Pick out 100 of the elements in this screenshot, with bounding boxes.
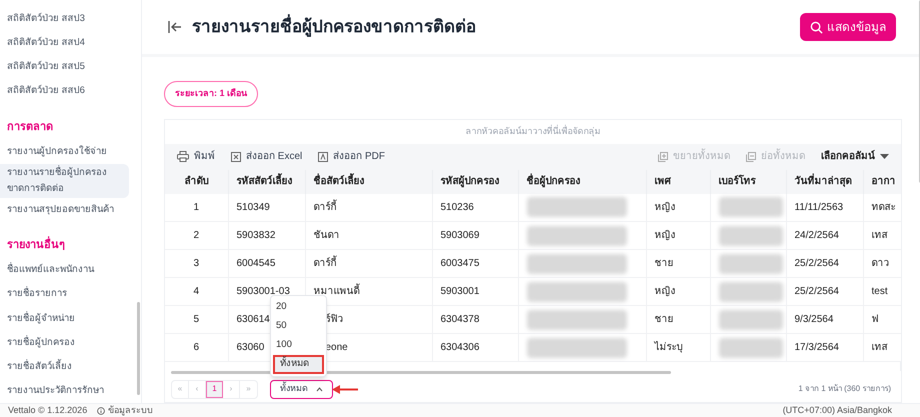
table-cell: 5903001-03 — [236, 286, 290, 297]
table-cell: 63060 — [236, 342, 264, 353]
show-data-button[interactable]: แสดงข้อมูล — [800, 13, 896, 41]
page-size-option[interactable]: 100 — [271, 336, 326, 354]
table-cell: หญิง — [654, 230, 676, 241]
excel-file-icon — [231, 152, 241, 162]
table-cell: ดาว — [872, 258, 890, 269]
column-header[interactable]: ชื่อสัตว์เลี้ยง — [305, 170, 432, 194]
table-cell: ชาย — [654, 258, 674, 269]
sidebar-item[interactable]: รายชื่อผู้จำหน่าย — [0, 306, 134, 331]
table-cell: ไม่ระบุ — [654, 342, 682, 353]
sidebar-item[interactable]: รายงานรายชื่อผู้ปกครองขาดการติดต่อ — [0, 164, 129, 198]
table-cell: 6003475 — [440, 258, 480, 269]
pdf-button[interactable]: ส่งออก PDF — [318, 149, 386, 164]
sidebar-item[interactable]: สถิติสัตว์ป่วย สสป4 — [0, 31, 134, 56]
back-icon[interactable] — [168, 20, 183, 34]
table-cell: 6304306 — [440, 342, 480, 353]
column-header[interactable]: เพศ — [646, 170, 710, 194]
sidebar-item[interactable]: รายงานผู้ปกครองใช้จ่าย — [0, 140, 134, 164]
table-cell: 17/3/2564 — [794, 342, 839, 353]
blurred-text — [718, 226, 782, 246]
search-icon — [810, 20, 823, 34]
column-header[interactable]: ชื่อผู้ปกครอง — [518, 170, 646, 194]
columns-button[interactable]: เลือกคอลัมน์ — [821, 149, 889, 164]
sidebar-item[interactable]: รายชื่อรายการ — [0, 282, 134, 307]
sidebar-item[interactable]: สถิติสัตว์ป่วย สสป6 — [0, 79, 134, 104]
table-cell: 2 — [193, 230, 200, 241]
table-cell: ชันดา — [314, 230, 340, 241]
sidebar-item[interactable]: สถิติสัตว์ป่วย สสป3 — [0, 7, 134, 32]
table-cell: 4 — [193, 286, 200, 297]
caret-icon — [316, 386, 323, 392]
blurred-text — [718, 282, 782, 302]
sidebar-item[interactable]: รายชื่อสัตว์เลี้ยง — [0, 354, 134, 379]
section-heading: รายงานอื่นๆ — [0, 236, 141, 256]
table-cell: ทดสะ — [872, 202, 896, 213]
table-cell: หญิง — [654, 202, 676, 213]
table-cell: 24/2/2564 — [794, 230, 839, 241]
printer-icon — [177, 151, 189, 162]
column-header[interactable]: รหัสผู้ปกครอง — [432, 170, 518, 194]
page-size-option[interactable]: ทั้งหมด — [273, 354, 324, 374]
print-button[interactable]: พิมพ์ — [177, 149, 215, 164]
table-cell: 9/3/2564 — [794, 314, 834, 325]
table-cell: 3 — [193, 258, 200, 269]
table-cell: 5903832 — [236, 230, 276, 241]
table-cell: ดาร์กี้ — [314, 202, 336, 213]
table-cell: 25/2/2564 — [794, 286, 839, 297]
table-cell: 5903001 — [440, 286, 480, 297]
table-cell: ดาร์กี้ — [314, 258, 336, 269]
table-cell: 510236 — [440, 202, 474, 213]
page-title: รายงานรายชื่อผู้ปกครองขาดการติดต่อ — [192, 14, 800, 40]
table-cell: 6304378 — [440, 314, 480, 325]
excel-button[interactable]: ส่งออก Excel — [231, 149, 302, 164]
sidebar-item[interactable]: รายงานประวัติการรักษา — [0, 378, 134, 404]
caret-icon — [880, 154, 889, 159]
blurred-text — [718, 254, 782, 274]
section-heading: การตลาด — [6, 120, 54, 135]
page-summary: 1 จาก 1 หน้า (360 รายการ) — [798, 383, 891, 395]
blurred-text — [718, 197, 782, 218]
collapse-icon — [746, 152, 756, 162]
table-cell: เทส — [872, 342, 888, 353]
table-cell: 5 — [193, 314, 200, 325]
table-cell: 1 — [193, 202, 200, 213]
page-button[interactable]: 1 — [206, 380, 223, 398]
period-badge[interactable]: ระยะเวลา: 1 เดือน — [164, 81, 258, 106]
footer-copyright: Vettalo © 1.12.2026 — [8, 404, 88, 417]
sidebar-scrollbar[interactable] — [137, 302, 140, 395]
table-cell: 630614 — [236, 314, 270, 325]
sidebar-item[interactable]: ชื่อแพทย์และพนักงาน — [0, 258, 134, 282]
sidebar-item[interactable]: รายชื่อผู้ปกครอง — [0, 330, 134, 355]
system-info-link[interactable]: ข้อมูลระบบ — [108, 404, 154, 417]
group-hint: ลากหัวคอลัมน์มาวางที่นี่เพื่อจัดกลุ่ม — [464, 124, 602, 138]
table-cell: ชาย — [654, 314, 674, 325]
page-size-option[interactable]: 50 — [271, 316, 326, 336]
pdf-file-icon — [318, 152, 328, 162]
table-cell: ร์ฟิว — [326, 314, 344, 325]
table-cell: 510349 — [236, 202, 270, 213]
page-size-select[interactable]: ทั้งหมด — [270, 380, 333, 398]
sidebar-item[interactable]: รายงานสรุปยอดขายสินค้า — [0, 198, 134, 222]
table-cell: เทส — [872, 230, 888, 241]
column-header[interactable]: เบอร์โทร — [710, 170, 786, 194]
info-icon — [97, 406, 106, 414]
column-header[interactable]: รหัสสัตว์เลี้ยง — [228, 170, 305, 194]
blurred-text — [718, 310, 782, 330]
table-cell: หมาแพนดี้ — [314, 286, 360, 297]
table-cell: 6 — [193, 342, 200, 353]
table-cell: 6004545 — [236, 258, 276, 269]
expand-icon — [658, 152, 668, 162]
page-size-option[interactable]: 20 — [271, 298, 326, 316]
table-cell: 25/2/2564 — [794, 258, 839, 269]
annotation-arrow — [332, 384, 358, 394]
sidebar-item[interactable]: สถิติสัตว์ป่วย สสป5 — [0, 55, 134, 80]
timezone-text: (UTC+07:00) Asia/Bangkok — [782, 404, 892, 417]
blurred-text — [718, 338, 782, 358]
table-cell: test — [872, 286, 888, 297]
column-header[interactable]: ลำดับ — [165, 170, 228, 194]
table-cell: หญิง — [654, 286, 676, 297]
table-cell: ฟ — [872, 314, 878, 325]
column-header[interactable]: วันที่มาล่าสุด — [786, 170, 863, 194]
table-cell: 11/11/2563 — [794, 202, 844, 213]
column-header[interactable]: อากา — [863, 170, 901, 194]
